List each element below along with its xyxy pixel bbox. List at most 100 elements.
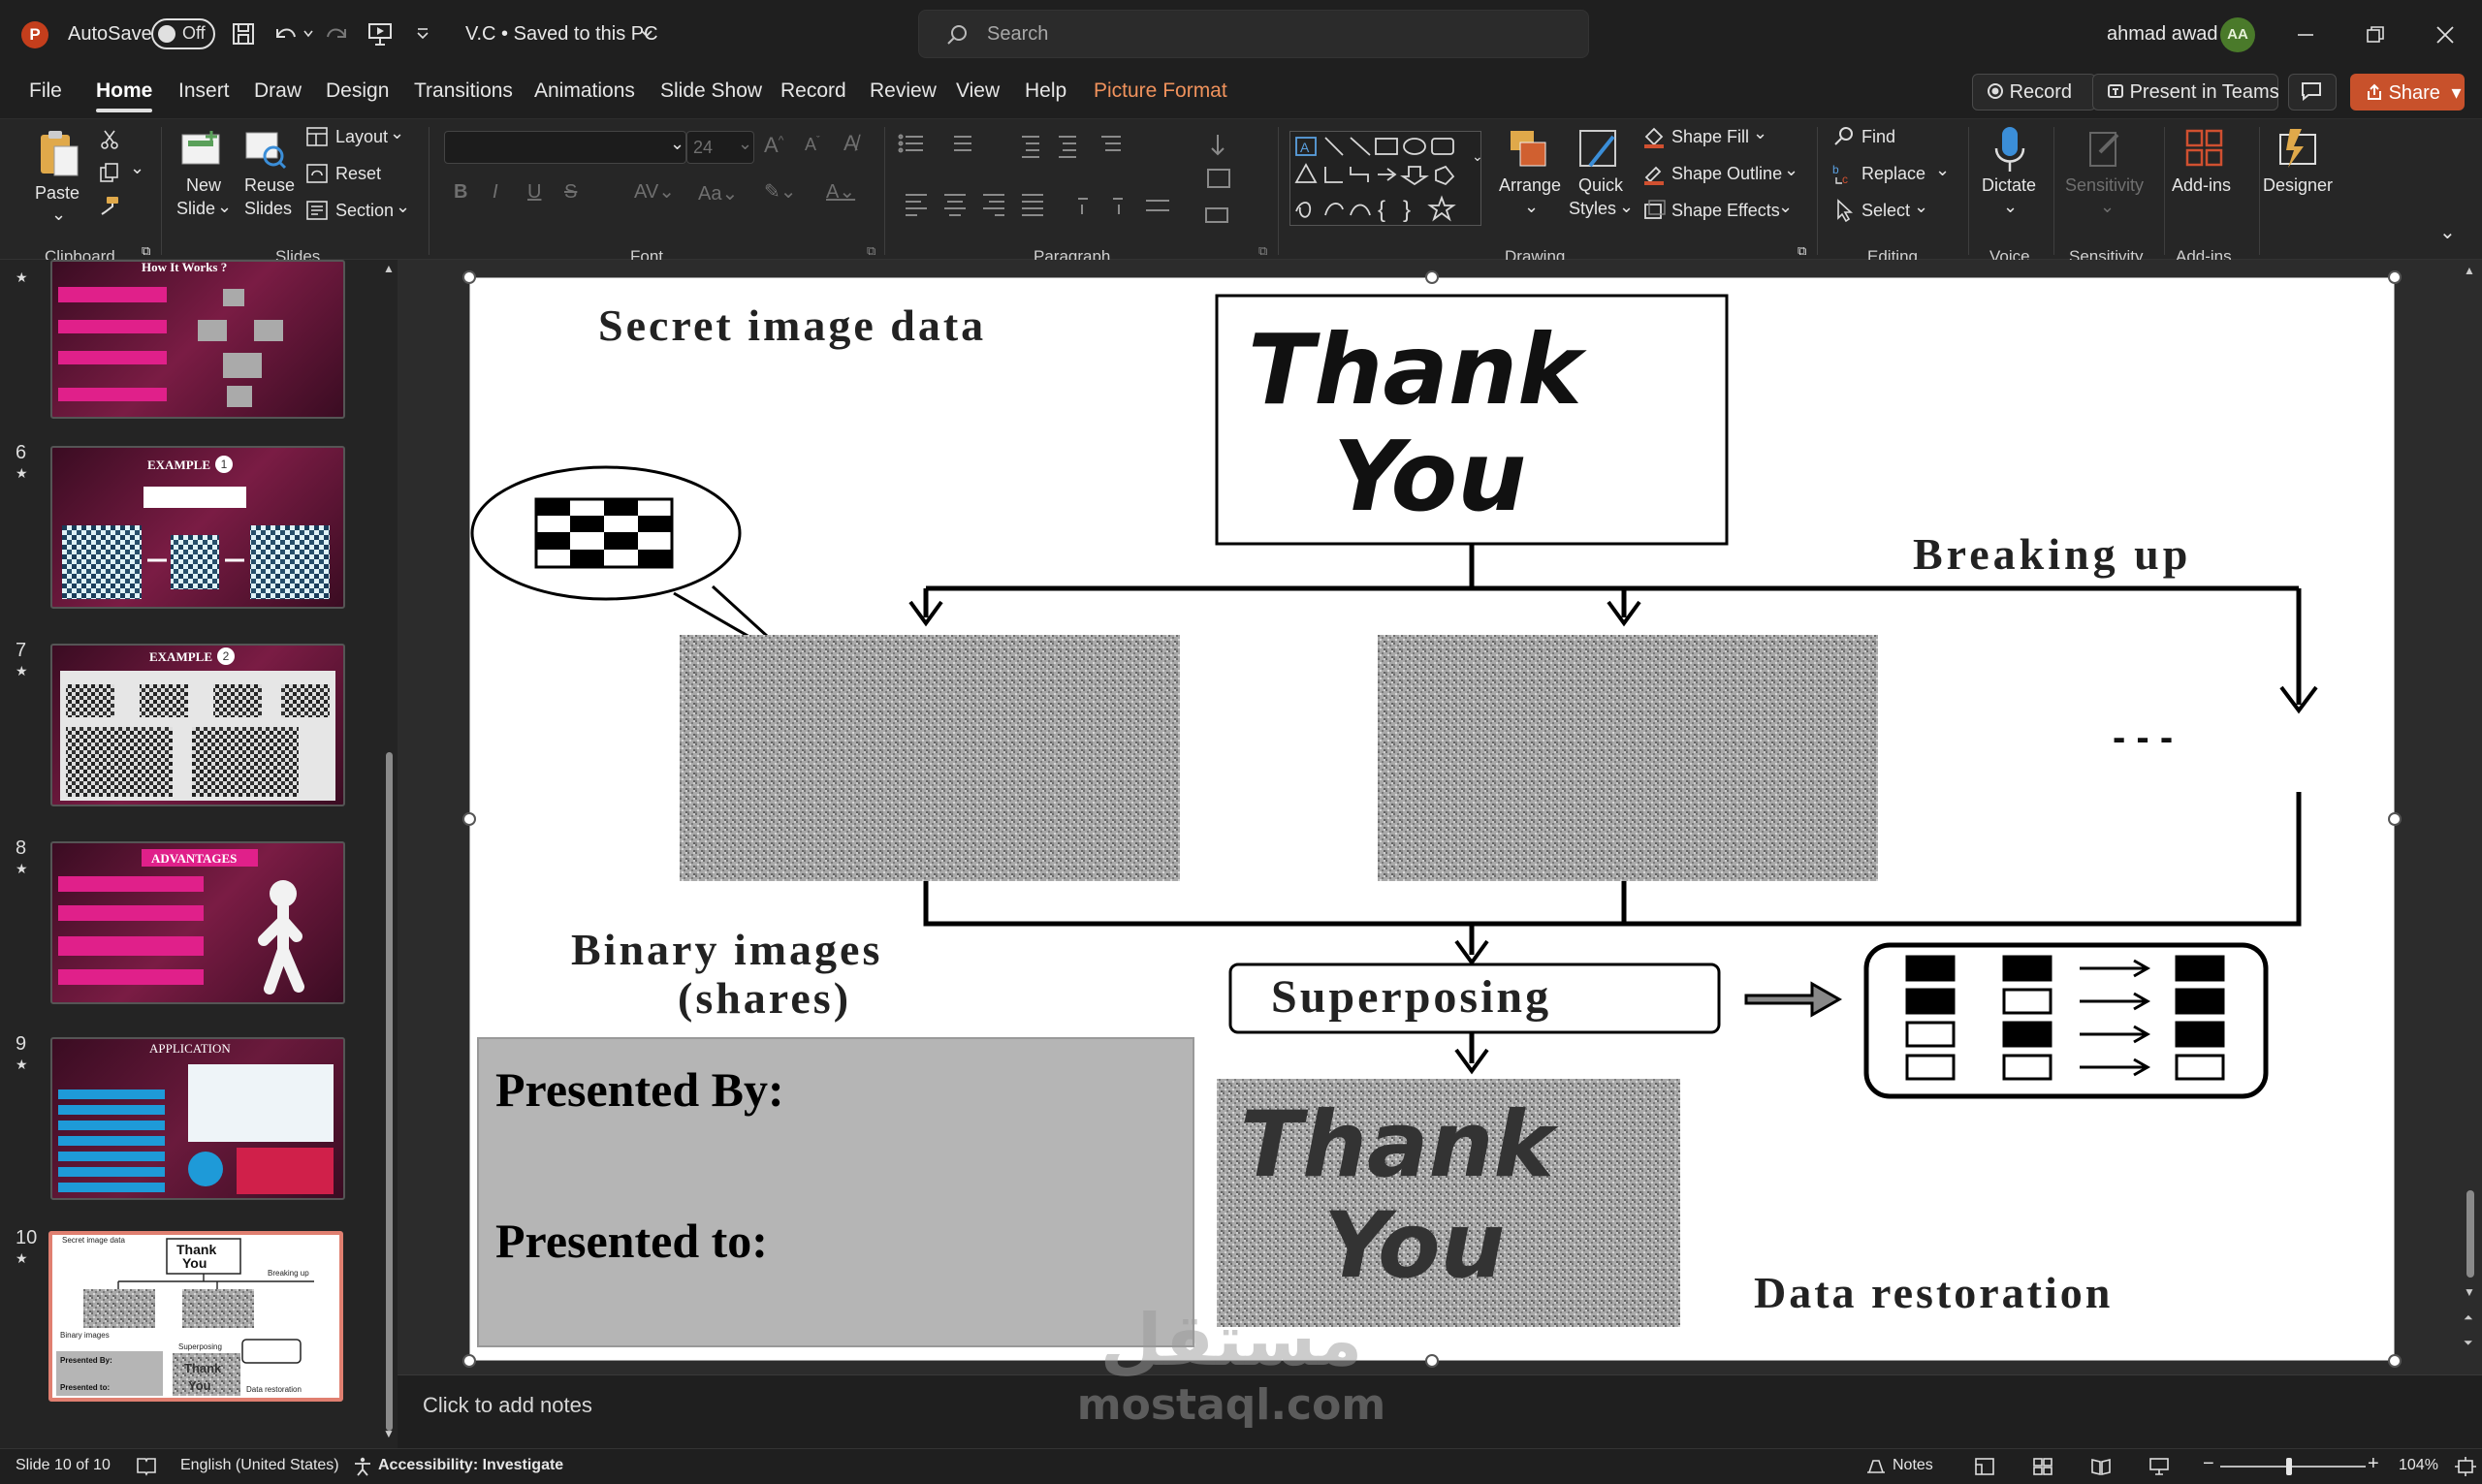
reuse-slides-icon[interactable]	[244, 129, 287, 172]
user-name[interactable]: ahmad awad	[2107, 23, 2218, 46]
share-dropdown-icon[interactable]: ▾	[2452, 82, 2462, 104]
redo-icon[interactable]	[324, 21, 351, 47]
restore-icon[interactable]	[2366, 25, 2385, 45]
copy-dropdown-icon[interactable]: ⌄	[130, 158, 144, 178]
present-in-teams-button[interactable]: Present in Teams	[2092, 74, 2279, 111]
canvas-scroll-up-icon[interactable]: ▲	[2464, 264, 2475, 277]
presented-to-label[interactable]: Presented to:	[495, 1213, 768, 1269]
selection-handle-tm[interactable]	[1425, 270, 1439, 284]
shape-effects-label[interactable]: Shape Effects	[1671, 201, 1780, 221]
replace-icon[interactable]: bc	[1832, 162, 1856, 185]
find-icon[interactable]	[1832, 125, 1856, 148]
format-painter-icon[interactable]	[99, 195, 120, 216]
copy-icon[interactable]	[99, 162, 120, 183]
selection-handle-ml[interactable]	[462, 812, 476, 826]
thumb-scroll-down-icon[interactable]: ▼	[383, 1427, 395, 1440]
paragraph-launcher-icon[interactable]: ⧉	[1258, 243, 1267, 259]
new-slide-label-2[interactable]: Slide	[176, 199, 215, 219]
drawing-launcher-icon[interactable]: ⧉	[1798, 243, 1806, 259]
italic-icon[interactable]: I	[493, 181, 498, 204]
sensitivity-label[interactable]: Sensitivity	[2065, 175, 2144, 196]
arrange-dropdown-icon[interactable]: ⌄	[1524, 197, 1539, 217]
tab-slide-show[interactable]: Slide Show	[660, 79, 762, 103]
shape-outline-label[interactable]: Shape Outline	[1671, 164, 1782, 184]
clear-formatting-icon[interactable]: A̸	[843, 131, 858, 156]
font-name-dropdown-icon[interactable]: ⌄	[670, 134, 684, 154]
canvas-scroll-thumb[interactable]	[2466, 1190, 2474, 1278]
paste-dropdown-icon[interactable]: ⌄	[51, 205, 66, 225]
highlight-icon[interactable]: ✎⌄	[764, 179, 797, 204]
bold-icon[interactable]: B	[454, 181, 467, 204]
undo-dropdown-icon[interactable]	[302, 29, 314, 39]
underline-icon[interactable]: U	[527, 181, 541, 204]
avatar[interactable]: AA	[2220, 17, 2255, 52]
shape-effects-icon[interactable]	[1642, 199, 1666, 222]
select-label[interactable]: Select	[1862, 201, 1910, 221]
slide-sorter-icon[interactable]	[2032, 1457, 2053, 1476]
tab-help[interactable]: Help	[1025, 79, 1066, 103]
replace-label[interactable]: Replace	[1862, 164, 1925, 184]
accessibility-icon[interactable]	[353, 1457, 372, 1476]
selection-handle-tr[interactable]	[2388, 270, 2402, 284]
slide-thumbnail-9[interactable]: APPLICATION	[50, 1037, 345, 1200]
tab-insert[interactable]: Insert	[178, 79, 230, 103]
shape-fill-dropdown-icon[interactable]: ⌄	[1753, 123, 1767, 143]
shape-effects-dropdown-icon[interactable]: ⌄	[1778, 197, 1793, 217]
search-box[interactable]: Search	[918, 10, 1589, 58]
canvas-scrollbar[interactable]: ▲ ▼ ⏶ ⏷	[2458, 260, 2482, 1374]
arrange-label[interactable]: Arrange	[1499, 175, 1561, 196]
new-slide-icon[interactable]	[178, 127, 225, 174]
document-title[interactable]: V.C • Saved to this PC	[465, 23, 658, 46]
thumbnail-scrollbar[interactable]: ▲ ▼	[383, 262, 395, 1440]
font-size-combo[interactable]: 24 ⌄	[686, 131, 754, 164]
font-size-dropdown-icon[interactable]: ⌄	[738, 134, 752, 154]
add-ins-label[interactable]: Add-ins	[2172, 175, 2231, 196]
layout-dropdown-icon[interactable]: ⌄	[390, 123, 404, 143]
comments-button[interactable]	[2288, 74, 2337, 111]
slide-thumbnail-8[interactable]: ADVANTAGES	[50, 841, 345, 1004]
close-icon[interactable]	[2435, 25, 2455, 45]
zoom-slider-thumb[interactable]	[2286, 1458, 2292, 1475]
reuse-slides-label-2[interactable]: Slides	[244, 199, 292, 219]
previous-slide-icon[interactable]: ⏶	[2464, 1310, 2473, 1325]
font-launcher-icon[interactable]: ⧉	[867, 243, 875, 259]
presented-by-label[interactable]: Presented By:	[495, 1061, 784, 1118]
arrange-icon[interactable]	[1507, 127, 1551, 172]
next-slide-icon[interactable]: ⏷	[2464, 1336, 2473, 1350]
reuse-slides-label-1[interactable]: Reuse	[244, 175, 295, 196]
notes-placeholder[interactable]: Click to add notes	[423, 1393, 592, 1418]
quick-styles-dropdown-icon[interactable]: ⌄	[1619, 197, 1634, 217]
title-dropdown-icon[interactable]	[640, 28, 653, 40]
selection-handle-tl[interactable]	[462, 270, 476, 284]
sensitivity-icon[interactable]	[2086, 127, 2125, 170]
shape-fill-label[interactable]: Shape Fill	[1671, 127, 1749, 147]
section-icon[interactable]	[306, 201, 328, 220]
tab-record[interactable]: Record	[780, 79, 846, 103]
quick-styles-icon[interactable]	[1576, 127, 1621, 172]
zoom-level[interactable]: 104%	[2399, 1457, 2438, 1474]
autosave-toggle[interactable]: Off	[151, 18, 215, 49]
paragraph-controls-icon[interactable]	[898, 131, 1257, 228]
font-color-icon[interactable]: A⌄	[826, 179, 855, 204]
layout-label[interactable]: Layout	[335, 127, 388, 147]
add-ins-icon[interactable]	[2183, 127, 2226, 170]
zoom-slider[interactable]	[2220, 1458, 2366, 1475]
record-button[interactable]: Record	[1972, 74, 2096, 111]
collapse-ribbon-icon[interactable]: ⌄	[2439, 220, 2456, 244]
slide-thumbnail-10[interactable]: Thank You Secret image data Breaking up Bina…	[48, 1231, 343, 1402]
quick-styles-label-1[interactable]: Quick	[1578, 175, 1623, 196]
paste-label[interactable]: Paste	[35, 183, 80, 204]
thumb-scroll-up-icon[interactable]: ▲	[383, 262, 395, 275]
undo-icon[interactable]	[271, 21, 299, 47]
tab-transitions[interactable]: Transitions	[414, 79, 513, 103]
tab-picture-format[interactable]: Picture Format	[1094, 79, 1227, 103]
paste-icon[interactable]	[37, 127, 81, 179]
shape-outline-icon[interactable]	[1642, 162, 1666, 185]
find-label[interactable]: Find	[1862, 127, 1895, 147]
slide-thumbnail-pane[interactable]: ★ How It Works ? 6 ★ EXAMPLE 1 7 ★ EXAMP…	[0, 260, 398, 1448]
slide-thumbnail-5[interactable]: How It Works ?	[50, 260, 345, 419]
notes-icon[interactable]	[1865, 1457, 1887, 1476]
increase-font-size-icon[interactable]: A^	[764, 133, 783, 158]
notes-pane[interactable]: Click to add notes	[398, 1374, 2482, 1448]
selection-handle-bl[interactable]	[462, 1354, 476, 1368]
